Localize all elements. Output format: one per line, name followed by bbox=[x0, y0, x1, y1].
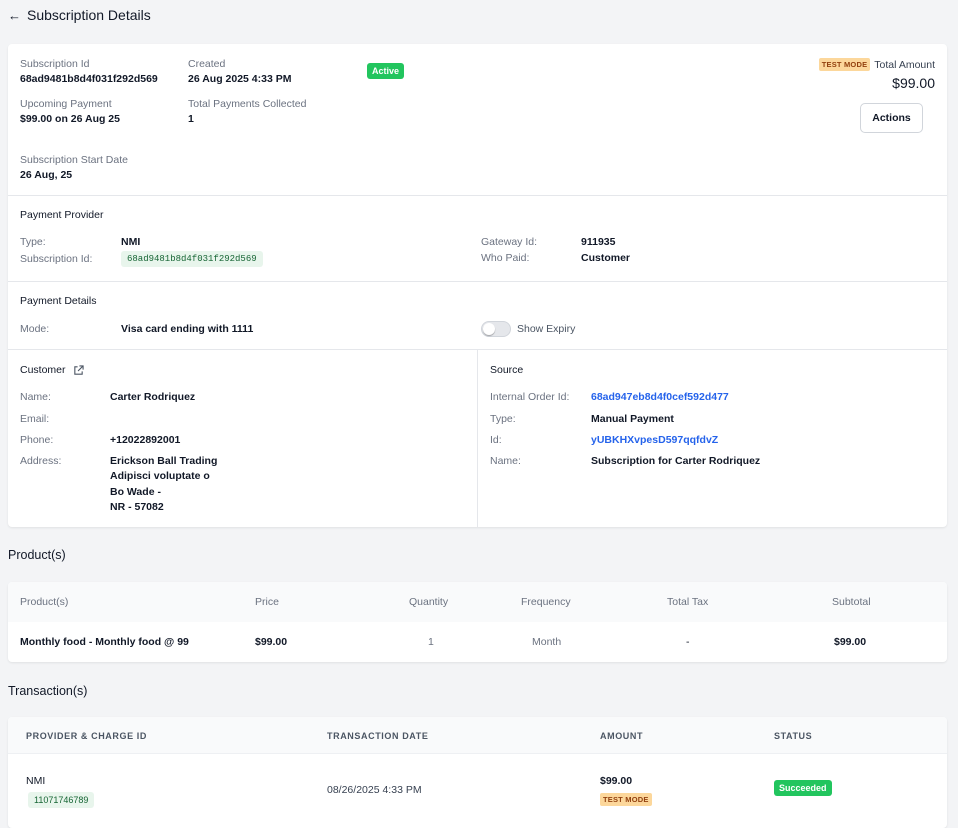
payment-details-title: Payment Details bbox=[20, 295, 97, 307]
gateway-id-value: 911935 bbox=[581, 236, 616, 248]
source-type-label: Type: bbox=[490, 413, 516, 425]
status-badge: Active bbox=[367, 63, 405, 79]
created-value: 26 Aug 2025 4:33 PM bbox=[188, 73, 292, 85]
products-header-subtotal: Subtotal bbox=[832, 596, 871, 608]
provider-subscription-id-chip: 68ad9481b8d4f031f292d569 bbox=[121, 251, 263, 267]
toggle-knob bbox=[483, 323, 495, 335]
source-name-value: Subscription for Carter Rodriquez bbox=[591, 455, 761, 467]
transaction-charge-id-chip: 11071746789 bbox=[28, 792, 95, 808]
transaction-date: 08/26/2025 4:33 PM bbox=[327, 784, 422, 796]
who-paid-value: Customer bbox=[581, 252, 631, 264]
who-paid-label: Who Paid: bbox=[481, 252, 530, 264]
customer-address-line: Bo Wade - bbox=[110, 486, 161, 498]
transactions-section-title: Transaction(s) bbox=[8, 684, 88, 698]
total-payments-value: 1 bbox=[188, 113, 194, 125]
total-amount-value: $99.00 bbox=[892, 75, 935, 91]
customer-header: Customer bbox=[20, 364, 84, 376]
product-quantity-cell: 1 bbox=[428, 636, 434, 648]
customer-title: Customer bbox=[20, 364, 66, 376]
total-amount-label: Total Amount bbox=[874, 58, 935, 71]
products-header-product: Product(s) bbox=[20, 596, 69, 608]
products-header-frequency: Frequency bbox=[521, 596, 571, 608]
transactions-header-date: TRANSACTION DATE bbox=[327, 731, 429, 741]
back-arrow-icon[interactable]: ← bbox=[8, 8, 21, 23]
divider bbox=[8, 281, 947, 282]
gateway-id-label: Gateway Id: bbox=[481, 236, 538, 248]
source-id-link[interactable]: yUBKHXvpesD597qqfdvZ bbox=[591, 434, 718, 446]
upcoming-payment-label: Upcoming Payment bbox=[20, 98, 112, 110]
start-date-value: 26 Aug, 25 bbox=[20, 169, 73, 181]
transactions-header-amount: AMOUNT bbox=[600, 731, 644, 741]
mode-value: Visa card ending with 1111 bbox=[121, 323, 254, 335]
products-table-header bbox=[8, 582, 947, 622]
created-label: Created bbox=[188, 58, 226, 70]
customer-email-label: Email: bbox=[20, 413, 50, 425]
internal-order-label: Internal Order Id: bbox=[490, 391, 570, 403]
subscription-id-value: 68ad9481b8d4f031f292d569 bbox=[20, 73, 158, 85]
customer-address-line: NR - 57082 bbox=[110, 501, 164, 513]
payment-provider-title: Payment Provider bbox=[20, 209, 104, 221]
customer-name-label: Name: bbox=[20, 391, 51, 403]
transactions-header-provider: PROVIDER & CHARGE ID bbox=[26, 731, 148, 741]
provider-type-label: Type: bbox=[20, 236, 46, 248]
customer-name-value: Carter Rodriquez bbox=[110, 391, 196, 403]
transaction-amount: $99.00 bbox=[600, 775, 633, 787]
source-name-label: Name: bbox=[490, 455, 521, 467]
actions-button[interactable]: Actions bbox=[860, 103, 923, 133]
upcoming-payment-value: $99.00 on 26 Aug 25 bbox=[20, 113, 120, 125]
transactions-header-status: STATUS bbox=[774, 731, 813, 741]
product-name-cell: Monthly food - Monthly food @ 99 bbox=[20, 636, 189, 648]
page-header: ← Subscription Details bbox=[8, 7, 151, 23]
products-section-title: Product(s) bbox=[8, 548, 66, 562]
show-expiry-toggle[interactable] bbox=[481, 321, 511, 337]
product-subtotal-cell: $99.00 bbox=[834, 636, 867, 648]
provider-type-value: NMI bbox=[121, 236, 141, 248]
divider bbox=[8, 195, 947, 196]
product-price-cell: $99.00 bbox=[255, 636, 288, 648]
product-tax-cell: - bbox=[686, 636, 690, 648]
customer-phone-label: Phone: bbox=[20, 434, 54, 446]
customer-phone-value: +12022892001 bbox=[110, 434, 181, 446]
customer-address-line: Erickson Ball Trading bbox=[110, 455, 218, 467]
source-id-label: Id: bbox=[490, 434, 502, 446]
show-expiry-label: Show Expiry bbox=[517, 323, 576, 335]
products-header-quantity: Quantity bbox=[409, 596, 449, 608]
test-mode-badge: TEST MODE bbox=[818, 58, 871, 71]
divider-vertical bbox=[477, 349, 478, 527]
product-frequency-cell: Month bbox=[532, 636, 562, 648]
customer-address-label: Address: bbox=[20, 455, 62, 467]
total-payments-label: Total Payments Collected bbox=[188, 98, 307, 110]
external-link-icon[interactable] bbox=[73, 364, 84, 376]
source-title: Source bbox=[490, 364, 524, 376]
page-title: Subscription Details bbox=[27, 7, 151, 23]
transaction-status-badge: Succeeded bbox=[774, 780, 832, 796]
start-date-label: Subscription Start Date bbox=[20, 154, 128, 166]
subscription-id-label: Subscription Id bbox=[20, 58, 90, 70]
customer-address-line: Adipisci voluptate o bbox=[110, 470, 210, 482]
transaction-test-mode-badge: TEST MODE bbox=[600, 793, 652, 806]
source-type-value: Manual Payment bbox=[591, 413, 674, 425]
products-header-total-tax: Total Tax bbox=[667, 596, 709, 608]
provider-subscription-id-label: Subscription Id: bbox=[20, 253, 93, 265]
transaction-provider: NMI bbox=[26, 775, 46, 787]
products-header-price: Price bbox=[255, 596, 279, 608]
mode-label: Mode: bbox=[20, 323, 50, 335]
internal-order-link[interactable]: 68ad947eb8d4f0cef592d477 bbox=[591, 391, 729, 403]
total-amount-header: TEST MODE Total Amount bbox=[818, 58, 935, 71]
